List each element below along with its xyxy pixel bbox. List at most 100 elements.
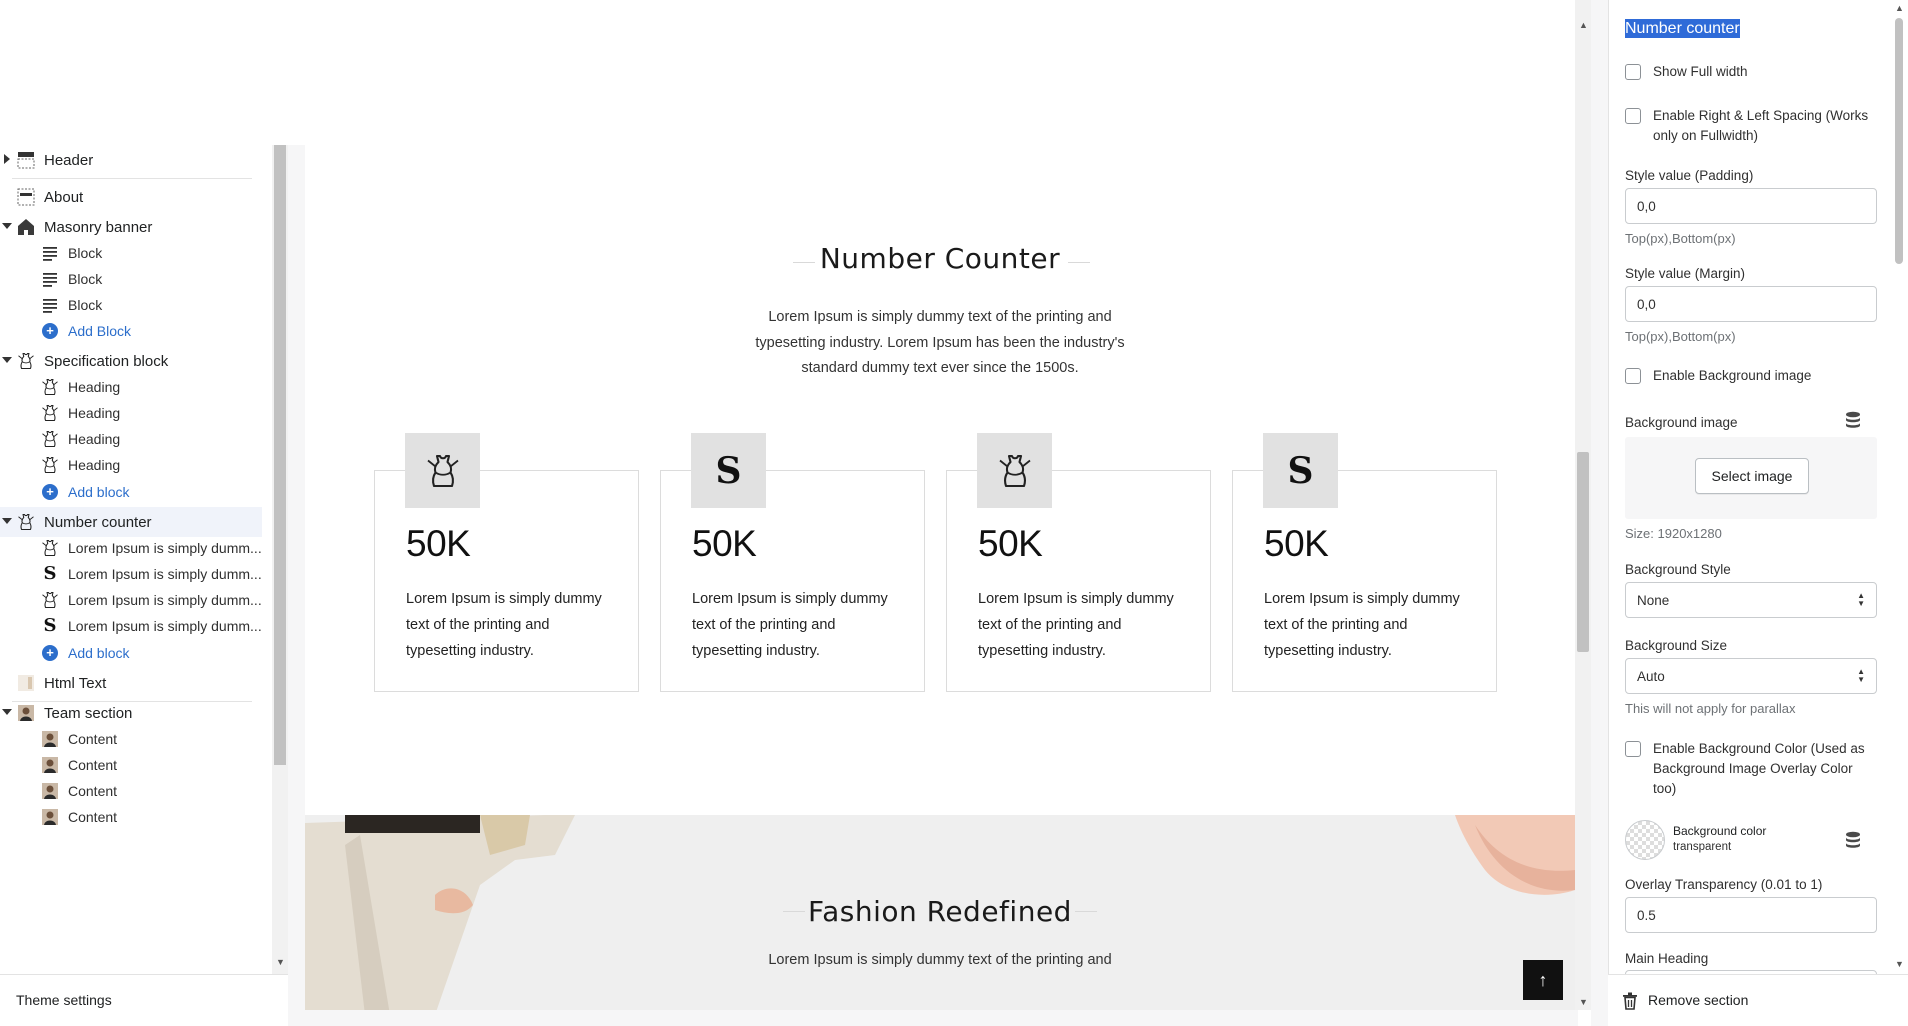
sidebar-item-label: Content — [68, 809, 118, 825]
sidebar-item-block-4[interactable]: Block — [0, 266, 262, 292]
add-block-link-add-block-6[interactable]: + Add Block — [0, 318, 262, 344]
settings-scroll-down-icon[interactable]: ▼ — [1895, 959, 1904, 969]
sidebar-item-label: Block — [68, 271, 103, 287]
preview-scroll-up-icon[interactable]: ▲ — [1579, 20, 1588, 30]
sidebar-item-block-3[interactable]: Block — [0, 240, 262, 266]
bg-size-value: Auto — [1637, 668, 1665, 684]
text-lines-icon — [41, 270, 59, 288]
padding-input[interactable]: 0,0 — [1625, 188, 1877, 224]
back-to-top-button[interactable]: ↑ — [1523, 960, 1563, 1000]
bg-style-label: Background Style — [1625, 562, 1731, 577]
sidebar-scrollbar-thumb[interactable] — [274, 145, 286, 765]
caret-down-icon[interactable] — [2, 709, 12, 715]
settings-scroll-up-icon[interactable]: ▲ — [1895, 3, 1904, 13]
add-block-link-add-block-18[interactable]: + Add block — [0, 640, 262, 666]
sidebar-item-header-0[interactable]: Header — [0, 145, 262, 175]
caret-down-icon[interactable] — [2, 518, 12, 524]
sidebar-item-content-22[interactable]: Content — [0, 752, 262, 778]
sidebar-item-label: Add block — [68, 645, 130, 661]
dress-icon — [41, 404, 59, 422]
enable-bg-image-checkbox[interactable] — [1625, 368, 1641, 384]
dress-icon — [41, 430, 59, 448]
sidebar-item-label: Header — [44, 151, 94, 169]
sidebar-item-about-1[interactable]: About — [0, 182, 262, 212]
dynamic-source-icon[interactable] — [1845, 831, 1861, 849]
sidebar-item-label: Content — [68, 783, 118, 799]
counter-number: 50K — [692, 523, 757, 564]
sidebar-item-heading-10[interactable]: Heading — [0, 426, 262, 452]
sidebar-item-lorem-ipsum-is-simply-dumm-17[interactable]: S Lorem Ipsum is simply dumm... — [0, 613, 262, 639]
sidebar-item-masonry-banner-2[interactable]: Masonry banner — [0, 212, 262, 242]
counter-description: Lorem Ipsum is simply dummy text of the p… — [1264, 586, 1484, 664]
sidebar-item-html-text-19[interactable]: Html Text — [0, 668, 262, 698]
overlay-label: Overlay Transparency (0.01 to 1) — [1625, 877, 1823, 892]
theme-settings-bar[interactable]: Theme settings — [0, 974, 288, 1026]
counter-description-line: text of the printing and — [978, 617, 1122, 633]
counter-description-line: typesetting industry. — [692, 643, 820, 659]
caret-down-icon[interactable] — [2, 223, 12, 229]
fashion-description: Lorem Ipsum is simply dummy text of the … — [768, 952, 1112, 968]
show-full-width-label[interactable]: Show Full width — [1653, 62, 1878, 82]
sidebar-item-label: Number counter — [44, 513, 152, 531]
sidebar-item-specification-block-7[interactable]: Specification block — [0, 346, 262, 376]
fashion-model-image — [305, 815, 575, 1010]
sidebar-item-content-24[interactable]: Content — [0, 804, 262, 830]
sidebar-item-content-23[interactable]: Content — [0, 778, 262, 804]
overlay-input[interactable]: 0.5 — [1625, 897, 1877, 933]
enable-bg-image-label[interactable]: Enable Background image — [1653, 366, 1878, 386]
preview-scrollbar-thumb[interactable] — [1577, 452, 1589, 652]
text-lines-icon — [41, 244, 59, 262]
fashion-section: Fashion Redefined Lorem Ipsum is simply … — [305, 815, 1575, 1010]
sidebar-item-block-5[interactable]: Block — [0, 292, 262, 318]
enable-bg-color-checkbox[interactable] — [1625, 741, 1641, 757]
sidebar-item-label: Html Text — [44, 674, 107, 692]
remove-section-bar[interactable]: Remove section — [1608, 974, 1908, 1026]
sidebar-scroll-down-icon[interactable]: ▼ — [276, 957, 285, 967]
section-layout-icon — [17, 188, 35, 206]
counter-description-line: typesetting industry. — [1264, 643, 1392, 659]
counter-description: Lorem Ipsum is simply dummy text of the p… — [406, 586, 626, 664]
image-thumb-icon — [17, 674, 35, 692]
enable-spacing-checkbox[interactable] — [1625, 108, 1641, 124]
sidebar-item-label: Lorem Ipsum is simply dumm... — [68, 618, 262, 634]
sidebar-item-label: Masonry banner — [44, 218, 153, 236]
photo-thumb-icon — [41, 808, 59, 826]
bg-style-select[interactable]: None ▲ ▼ — [1625, 582, 1877, 618]
preview-scroll-down-icon[interactable]: ▼ — [1579, 997, 1588, 1007]
sidebar-item-label: Specification block — [44, 352, 169, 370]
dress-icon — [405, 433, 480, 508]
sidebar-item-number-counter-13[interactable]: Number counter — [0, 507, 262, 537]
sidebar-divider — [12, 178, 252, 179]
s-letter-icon: S — [43, 563, 57, 584]
remove-section-label[interactable]: Remove section — [1648, 992, 1748, 1008]
dress-icon — [977, 433, 1052, 508]
bg-size-select[interactable]: Auto ▲ ▼ — [1625, 658, 1877, 694]
caret-down-icon[interactable] — [2, 357, 12, 363]
sidebar-item-label: Lorem Ipsum is simply dumm... — [68, 592, 262, 608]
sidebar-item-lorem-ipsum-is-simply-dumm-14[interactable]: Lorem Ipsum is simply dumm... — [0, 535, 262, 561]
counter-description-line: Lorem Ipsum is simply dummy — [1264, 591, 1460, 607]
sidebar-item-heading-9[interactable]: Heading — [0, 400, 262, 426]
sidebar-item-lorem-ipsum-is-simply-dumm-16[interactable]: Lorem Ipsum is simply dumm... — [0, 587, 262, 613]
enable-spacing-label[interactable]: Enable Right & Left Spacing (Works only … — [1653, 106, 1878, 146]
add-block-link-add-block-12[interactable]: + Add block — [0, 479, 262, 505]
sidebar-item-heading-11[interactable]: Heading — [0, 452, 262, 478]
sidebar-item-heading-8[interactable]: Heading — [0, 374, 262, 400]
sidebar-item-lorem-ipsum-is-simply-dumm-15[interactable]: S Lorem Ipsum is simply dumm... — [0, 561, 262, 587]
sidebar-item-team-section-20[interactable]: Team section — [0, 698, 262, 728]
photo-thumb-icon — [41, 730, 59, 748]
enable-bg-color-label[interactable]: Enable Background Color (Used as Backgro… — [1653, 739, 1878, 799]
margin-input[interactable]: 0,0 — [1625, 286, 1877, 322]
caret-right-icon[interactable] — [4, 154, 10, 164]
select-image-button[interactable]: Select image — [1695, 458, 1809, 494]
counter-description-line: Lorem Ipsum is simply dummy — [406, 591, 602, 607]
settings-scrollbar-thumb[interactable] — [1895, 18, 1903, 264]
sidebar-item-content-21[interactable]: Content — [0, 726, 262, 752]
sections-sidebar: Header About Masonry banner Block Block Block… — [0, 145, 288, 974]
bg-color-swatch[interactable] — [1625, 820, 1665, 860]
show-full-width-checkbox[interactable] — [1625, 64, 1641, 80]
plus-circle-icon: + — [41, 644, 59, 662]
theme-settings-label[interactable]: Theme settings — [16, 992, 112, 1008]
card-glyph: S — [715, 449, 742, 492]
dynamic-source-icon[interactable] — [1845, 411, 1861, 429]
